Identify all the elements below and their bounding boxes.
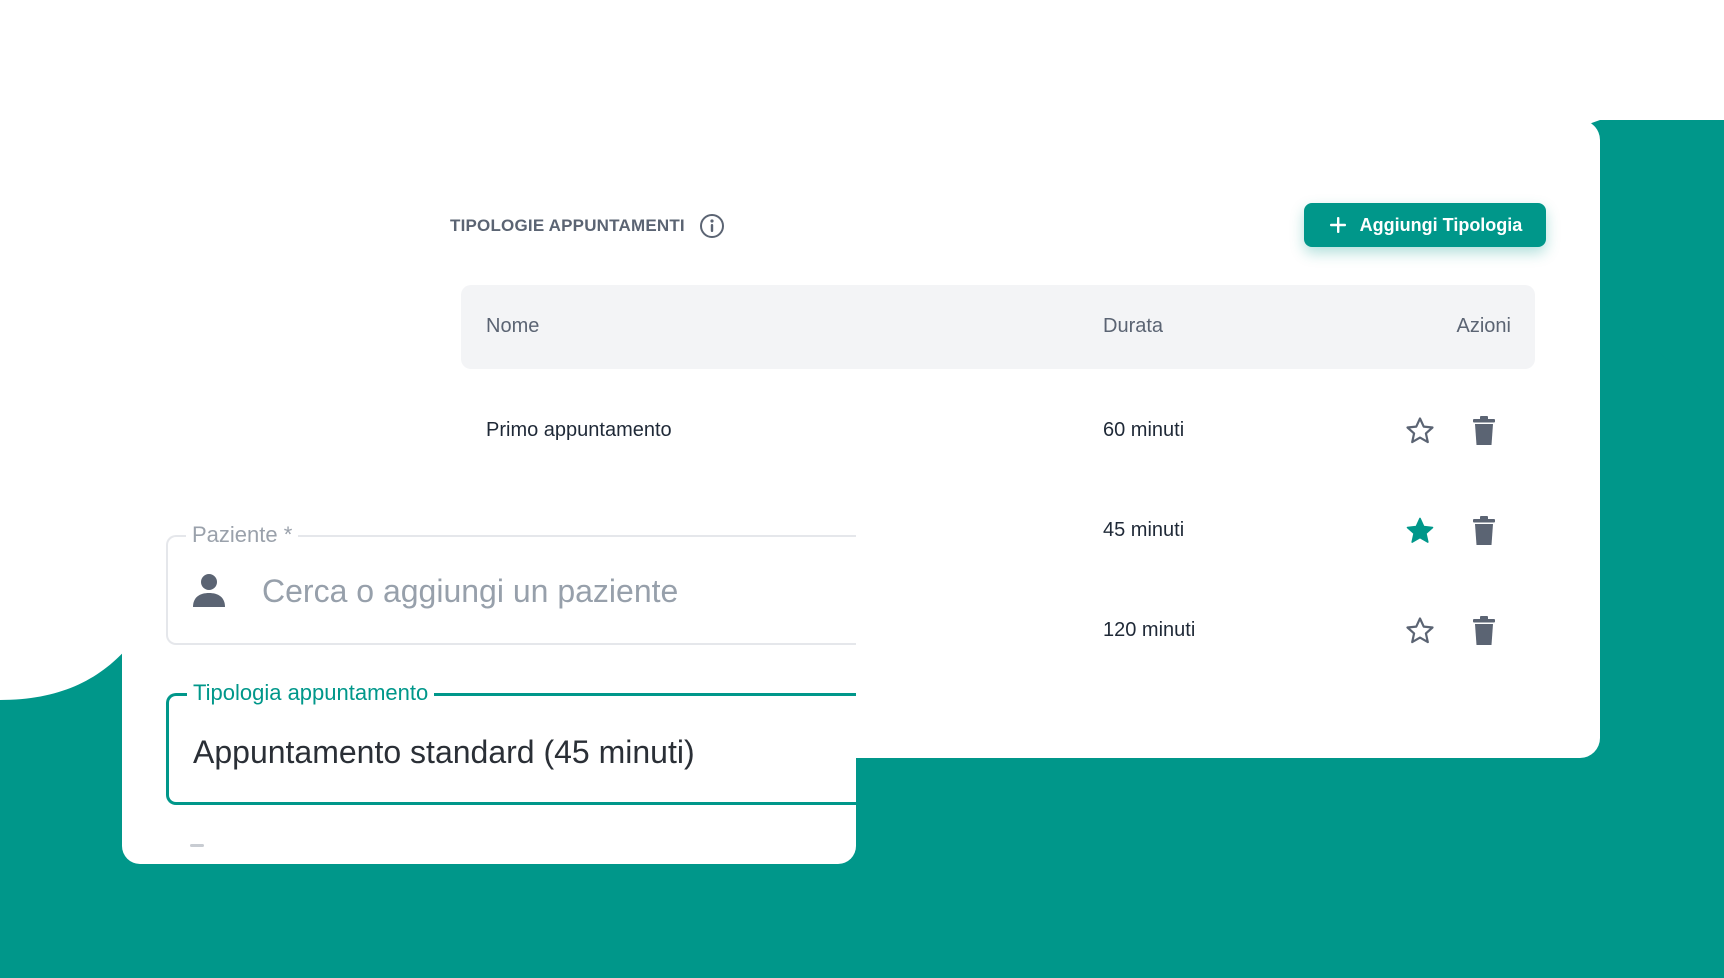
column-header-actions: Azioni <box>1456 315 1511 337</box>
appointment-type-select[interactable]: Tipologia appuntamento Appuntamento stan… <box>166 680 856 805</box>
plus-icon <box>1329 217 1346 233</box>
appointment-type-value[interactable]: Appuntamento standard (45 minuti) <box>193 734 695 771</box>
patient-field-label: Paziente * <box>186 522 299 548</box>
row-name: Primo appuntamento <box>486 419 672 441</box>
column-header-name[interactable]: Nome <box>486 315 539 338</box>
add-type-button-label: Aggiungi Tipologia <box>1359 214 1523 235</box>
next-field-label-fragment <box>190 844 204 847</box>
trash-icon[interactable] <box>1471 515 1497 547</box>
star-filled-icon[interactable] <box>1404 515 1436 547</box>
column-header-duration[interactable]: Durata <box>1103 315 1163 338</box>
table-row: Primo appuntamento 60 minuti <box>461 401 1535 461</box>
appointment-type-label: Tipologia appuntamento <box>187 680 435 706</box>
table-header: Nome Durata Azioni <box>461 285 1535 369</box>
patient-field[interactable]: Paziente * <box>166 522 856 645</box>
row-duration: 120 minuti <box>1103 619 1196 641</box>
star-outline-icon[interactable] <box>1404 415 1436 447</box>
section-title: TIPOLOGIE APPUNTAMENTI <box>450 216 685 235</box>
patient-search-input[interactable] <box>260 563 856 619</box>
trash-icon[interactable] <box>1471 615 1497 647</box>
appointment-form-panel: Paziente * Tipologia appuntamento Appunt… <box>122 478 856 864</box>
add-type-button[interactable]: Aggiungi Tipologia <box>1304 203 1546 247</box>
row-duration: 45 minuti <box>1103 519 1185 541</box>
background-teal-wedge <box>1600 300 1724 978</box>
info-icon[interactable] <box>699 213 725 239</box>
section-header: TIPOLOGIE APPUNTAMENTI <box>450 213 725 239</box>
row-duration: 60 minuti <box>1103 419 1185 441</box>
trash-icon[interactable] <box>1471 415 1497 447</box>
person-icon <box>193 574 225 607</box>
star-outline-icon[interactable] <box>1404 615 1436 647</box>
